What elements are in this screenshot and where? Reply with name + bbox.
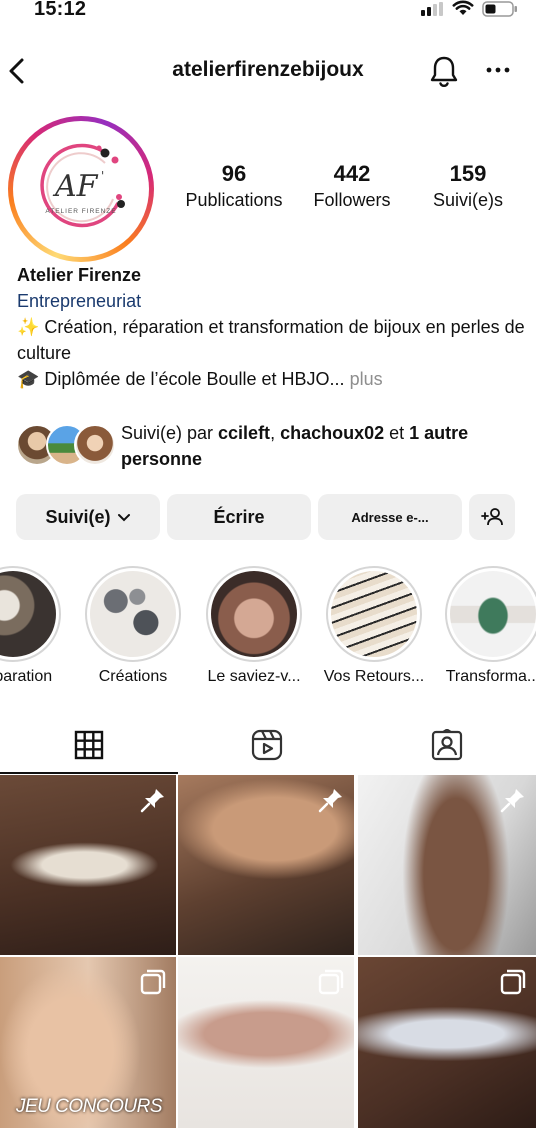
profile-stats: 96 Publications 442 Followers 159 Suivi(…	[174, 160, 526, 220]
status-bar: 15:12	[0, 0, 536, 26]
stat-publications[interactable]: 96 Publications	[174, 160, 294, 212]
story-highlights: Réparation Créations Le saviez-v... Vos …	[0, 566, 536, 690]
stat-label: Publications	[185, 190, 283, 210]
email-button[interactable]: Adresse e-...	[318, 494, 462, 540]
svg-text:ATELIER FIRENZE: ATELIER FIRENZE	[45, 208, 116, 215]
highlight-label: Le saviez-v...	[207, 668, 301, 685]
post-thumbnail[interactable]	[0, 775, 176, 955]
tagged-icon	[431, 729, 463, 761]
suggest-users-button[interactable]	[469, 494, 515, 540]
profile-avatar[interactable]: AF ' ATELIER FIRENZE	[8, 116, 154, 262]
profile-header: atelierfirenzebijoux	[0, 48, 536, 96]
followed-by-text: Suivi(e) par ccileft, chachoux02 et 1 au…	[121, 420, 521, 472]
stat-label: Suivi(e)s	[432, 190, 503, 210]
follower-username[interactable]: chachoux02	[280, 423, 384, 443]
message-button[interactable]: Écrire	[167, 494, 311, 540]
svg-text:AF: AF	[52, 169, 99, 204]
posts-grid: JEU CONCOURS	[0, 775, 536, 1128]
highlight-item[interactable]: Réparation	[0, 566, 73, 686]
carousel-icon	[500, 969, 526, 995]
followed-by-prefix: Suivi(e) par	[121, 423, 219, 443]
bell-icon[interactable]	[428, 54, 460, 88]
battery-icon	[482, 1, 517, 17]
cellular-signal-icon	[421, 2, 445, 16]
tab-tagged[interactable]	[358, 716, 536, 774]
profile-category[interactable]: Entrepreneuriat	[17, 288, 527, 314]
profile-tabs	[0, 716, 536, 774]
followed-by[interactable]: Suivi(e) par ccileft, chachoux02 et 1 au…	[16, 420, 526, 472]
more-icon[interactable]	[486, 60, 510, 80]
stat-value: 96	[221, 161, 247, 186]
status-time: 15:12	[34, 0, 87, 20]
reels-icon	[251, 729, 283, 761]
stat-label: Followers	[313, 190, 391, 210]
post-thumbnail[interactable]: JEU CONCOURS	[0, 957, 176, 1128]
brand-logo-icon: AF ' ATELIER FIRENZE	[40, 143, 125, 228]
highlight-label: Vos Retours...	[323, 668, 425, 685]
post-caption-overlay: JEU CONCOURS	[16, 1096, 163, 1117]
post-thumbnail[interactable]	[178, 775, 354, 955]
highlight-cover	[211, 571, 297, 657]
following-button[interactable]: Suivi(e)	[16, 494, 160, 540]
highlight-label: Transforma...	[445, 668, 536, 685]
stat-followers[interactable]: 442 Followers	[296, 160, 408, 212]
stat-value: 442	[333, 161, 371, 186]
following-label: Suivi(e)	[45, 506, 111, 527]
conjunction: et	[384, 423, 410, 443]
post-thumbnail[interactable]	[358, 957, 536, 1128]
svg-text:': '	[101, 169, 104, 183]
pin-icon	[500, 789, 524, 813]
post-thumbnail[interactable]	[178, 957, 354, 1128]
grid-icon	[74, 730, 104, 760]
bio-line-truncated: 🎓 Diplômée de l’école Boulle et HBJO... …	[17, 366, 527, 392]
tab-reels[interactable]	[178, 716, 356, 774]
highlight-item[interactable]: Transforma...	[433, 566, 536, 686]
separator: ,	[270, 423, 281, 443]
stat-following[interactable]: 159 Suivi(e)s	[420, 160, 516, 212]
highlight-cover	[0, 571, 56, 657]
message-label: Écrire	[213, 506, 265, 527]
carousel-icon	[318, 969, 344, 995]
bio-line: ✨ Création, réparation et transformation…	[17, 317, 525, 363]
highlight-cover	[90, 571, 176, 657]
chevron-down-icon	[117, 514, 130, 522]
bio-line: 🎓 Diplômée de l’école Boulle et HBJO...	[17, 369, 345, 389]
pin-icon	[318, 789, 342, 813]
bio-more-link[interactable]: plus	[350, 369, 383, 389]
email-label: Adresse e-...	[351, 509, 429, 525]
pin-icon	[140, 789, 164, 813]
highlight-label: Réparation	[0, 668, 53, 685]
profile-bio: Atelier Firenze Entrepreneuriat ✨ Créati…	[17, 262, 527, 392]
highlight-item[interactable]: Le saviez-v...	[194, 566, 314, 686]
avatar	[74, 424, 116, 466]
wifi-icon	[452, 0, 474, 15]
highlight-item[interactable]: Vos Retours...	[314, 566, 434, 686]
stat-value: 159	[449, 161, 487, 186]
tab-posts[interactable]	[0, 716, 178, 774]
profile-name: Atelier Firenze	[17, 265, 142, 285]
highlight-label: Créations	[98, 668, 168, 685]
highlight-item[interactable]: Créations	[73, 566, 193, 686]
follower-username[interactable]: ccileft	[218, 423, 270, 443]
highlight-cover	[450, 571, 536, 657]
post-thumbnail[interactable]	[358, 775, 536, 955]
add-user-icon	[481, 508, 503, 526]
follower-avatars	[16, 424, 116, 468]
carousel-icon	[140, 969, 166, 995]
highlight-cover	[331, 571, 417, 657]
